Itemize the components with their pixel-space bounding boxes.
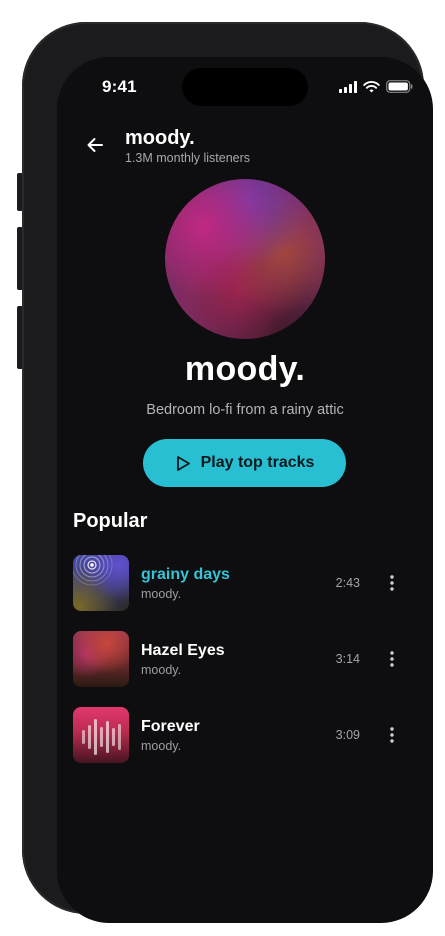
section-title-popular: Popular xyxy=(73,510,148,532)
track-duration: 2:43 xyxy=(335,576,360,590)
track-more-button[interactable] xyxy=(383,723,401,747)
artist-bio: Bedroom lo-fi from a rainy attic xyxy=(146,402,344,418)
track-artwork xyxy=(73,555,129,611)
back-button[interactable] xyxy=(83,133,107,157)
status-time: 9:41 xyxy=(102,77,137,96)
track-title: Forever xyxy=(141,718,200,735)
more-vertical-icon xyxy=(390,727,394,743)
artist-name: moody. xyxy=(184,350,306,388)
track-more-button[interactable] xyxy=(383,571,401,595)
track-row[interactable]: grainy days moody. 2:43 xyxy=(73,555,413,611)
track-artist: moody. xyxy=(141,739,182,753)
track-duration: 3:14 xyxy=(335,652,360,666)
dynamic-island xyxy=(182,68,308,106)
status-icons xyxy=(339,80,413,93)
play-icon xyxy=(176,455,190,471)
track-title: Hazel Eyes xyxy=(141,642,225,659)
track-artwork xyxy=(73,707,129,763)
waveform-artwork-icon xyxy=(82,719,121,755)
wifi-icon xyxy=(363,80,380,92)
play-top-tracks-button[interactable]: Play top tracks xyxy=(143,439,346,487)
artist-avatar xyxy=(165,179,325,339)
track-title: grainy days xyxy=(141,566,230,583)
track-row[interactable]: Hazel Eyes moody. 3:14 xyxy=(73,631,413,687)
monthly-listeners: 1.3M monthly listeners xyxy=(125,151,251,165)
arrow-left-icon xyxy=(87,138,103,152)
track-artwork xyxy=(73,631,129,687)
screen: 9:41 moody. 1.3M monthly listeners moody… xyxy=(57,57,433,923)
header-title: moody. xyxy=(125,127,195,149)
battery-icon xyxy=(386,80,413,93)
signal-icon xyxy=(339,80,357,93)
track-more-button[interactable] xyxy=(383,647,401,671)
more-vertical-icon xyxy=(390,651,394,667)
more-vertical-icon xyxy=(390,575,394,591)
track-artist: moody. xyxy=(141,663,182,677)
track-row[interactable]: Forever moody. 3:09 xyxy=(73,707,413,763)
rings-artwork-icon xyxy=(73,555,113,586)
phone-frame: 9:41 moody. 1.3M monthly listeners moody… xyxy=(22,22,433,923)
track-duration: 3:09 xyxy=(335,728,360,742)
track-artist: moody. xyxy=(141,587,182,601)
play-button-label: Play top tracks xyxy=(200,454,315,471)
